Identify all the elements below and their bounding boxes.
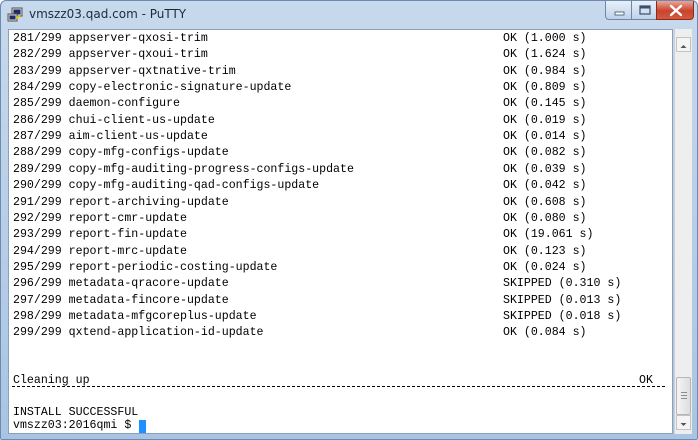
- terminal-line: 296/299 metadata-qracore-update: [13, 276, 229, 292]
- terminal-line: 283/299 appserver-qxtnative-trim: [13, 64, 236, 80]
- close-button[interactable]: [656, 1, 694, 20]
- terminal-line: 289/299 copy-mfg-auditing-progress-confi…: [13, 162, 354, 178]
- task-status: OK (0.145 s): [503, 97, 587, 111]
- step-counter: 288/299: [13, 146, 62, 160]
- terminal-line: 286/299 chui-client-us-update: [13, 113, 215, 129]
- title-bar[interactable]: vmszz03.qad.com - PuTTY: [1, 1, 697, 29]
- task-name: daemon-configure: [68, 97, 180, 111]
- step-counter: 289/299: [13, 162, 62, 176]
- task-name: chui-client-us-update: [68, 113, 215, 127]
- terminal-line: 299/299 qxtend-application-id-update: [13, 325, 263, 341]
- task-status: OK (19.061 s): [503, 228, 594, 242]
- step-counter: 296/299: [13, 277, 62, 291]
- step-counter: 297/299: [13, 293, 62, 307]
- task-name: copy-mfg-auditing-progress-configs-updat…: [68, 162, 354, 176]
- task-status: OK (1.000 s): [503, 32, 587, 45]
- step-counter: 287/299: [13, 130, 62, 144]
- step-counter: 291/299: [13, 195, 62, 209]
- task-name: report-archiving-update: [68, 195, 229, 209]
- window-title: vmszz03.qad.com - PuTTY: [29, 7, 187, 21]
- step-counter: 284/299: [13, 81, 62, 95]
- task-name: appserver-qxosi-trim: [68, 32, 208, 45]
- step-counter: 282/299: [13, 48, 62, 62]
- task-status: SKIPPED (0.310 s): [503, 277, 622, 291]
- step-counter: 293/299: [13, 228, 62, 242]
- scroll-up-button[interactable]: [676, 37, 691, 52]
- step-counter: 281/299: [13, 32, 62, 45]
- task-status: OK (0.080 s): [503, 211, 587, 225]
- terminal-line: 285/299 daemon-configure: [13, 96, 180, 112]
- terminal-line: 284/299 copy-electronic-signature-update: [13, 80, 291, 96]
- terminal-line: 281/299 appserver-qxosi-trim: [13, 31, 208, 47]
- task-name: metadata-qracore-update: [68, 277, 229, 291]
- step-counter: 294/299: [13, 244, 62, 258]
- scrollbar-thumb[interactable]: [676, 377, 691, 415]
- vertical-scrollbar[interactable]: [674, 29, 692, 434]
- cleaning-up-status: OK: [639, 374, 653, 387]
- task-name: report-mrc-update: [68, 244, 187, 258]
- terminal-line: 288/299 copy-mfg-configs-update: [13, 145, 229, 161]
- close-icon: [669, 4, 683, 17]
- step-counter: 299/299: [13, 326, 62, 340]
- terminal-line: 287/299 aim-client-us-update: [13, 129, 208, 145]
- task-status: OK (0.608 s): [503, 195, 587, 209]
- minimize-icon: [614, 11, 625, 16]
- terminal-line: 282/299 appserver-qxoui-trim: [13, 47, 208, 63]
- step-counter: 286/299: [13, 113, 62, 127]
- task-name: appserver-qxtnative-trim: [68, 64, 236, 78]
- step-counter: 290/299: [13, 179, 62, 193]
- task-name: report-fin-update: [68, 228, 187, 242]
- terminal-line: 293/299 report-fin-update: [13, 227, 187, 243]
- separator-line: [12, 386, 665, 387]
- cleaning-up-label: Cleaning up: [13, 374, 90, 387]
- task-status: SKIPPED (0.013 s): [503, 293, 622, 307]
- terminal-line: 290/299 copy-mfg-auditing-qad-configs-up…: [13, 178, 319, 194]
- task-name: report-periodic-costing-update: [68, 260, 278, 274]
- step-counter: 295/299: [13, 260, 62, 274]
- task-status: OK (0.019 s): [503, 113, 587, 127]
- minimize-button[interactable]: [605, 1, 632, 20]
- maximize-icon: [639, 5, 651, 15]
- task-name: metadata-mfgcoreplus-update: [68, 309, 257, 323]
- task-status: OK (0.984 s): [503, 64, 587, 78]
- task-status: OK (1.624 s): [503, 48, 587, 62]
- terminal-screen[interactable]: 281/299 appserver-qxosi-trim OK (1.000 s)…: [8, 29, 673, 434]
- terminal-line: 292/299 report-cmr-update: [13, 211, 187, 227]
- task-status: OK (0.123 s): [503, 244, 587, 258]
- task-status: OK (0.082 s): [503, 146, 587, 160]
- maximize-button[interactable]: [631, 1, 657, 20]
- putty-window: vmszz03.qad.com - PuTTY 281/299 appserve…: [0, 0, 698, 440]
- terminal-line: 294/299 report-mrc-update: [13, 244, 187, 260]
- task-name: metadata-fincore-update: [68, 293, 229, 307]
- task-status: SKIPPED (0.018 s): [503, 309, 622, 323]
- terminal-line: 297/299 metadata-fincore-update: [13, 293, 229, 309]
- putty-app-icon[interactable]: [7, 7, 23, 23]
- task-status: OK (0.024 s): [503, 260, 587, 274]
- task-name: report-cmr-update: [68, 211, 187, 225]
- shell-prompt: vmszz03:2016qmi $: [13, 419, 139, 432]
- task-status: OK (0.042 s): [503, 179, 587, 193]
- task-name: copy-mfg-auditing-qad-configs-update: [68, 179, 320, 193]
- task-status: OK (0.084 s): [503, 326, 587, 340]
- terminal-line: 298/299 metadata-mfgcoreplus-update: [13, 309, 257, 325]
- step-counter: 285/299: [13, 97, 62, 111]
- task-status: OK (0.014 s): [503, 130, 587, 144]
- task-name: copy-mfg-configs-update: [68, 146, 229, 160]
- scroll-down-button[interactable]: [676, 415, 691, 430]
- arrow-up-icon: [680, 45, 687, 48]
- step-counter: 292/299: [13, 211, 62, 225]
- arrow-down-icon: [680, 423, 687, 426]
- task-status: OK (0.809 s): [503, 81, 587, 95]
- step-counter: 298/299: [13, 309, 62, 323]
- task-name: qxtend-application-id-update: [68, 326, 264, 340]
- task-name: copy-electronic-signature-update: [68, 81, 292, 95]
- text-cursor: [138, 420, 146, 433]
- task-name: aim-client-us-update: [68, 130, 208, 144]
- task-name: appserver-qxoui-trim: [68, 48, 208, 62]
- terminal-line: 295/299 report-periodic-costing-update: [13, 260, 277, 276]
- terminal-line: 291/299 report-archiving-update: [13, 195, 229, 211]
- task-status: OK (0.039 s): [503, 162, 587, 176]
- step-counter: 283/299: [13, 64, 62, 78]
